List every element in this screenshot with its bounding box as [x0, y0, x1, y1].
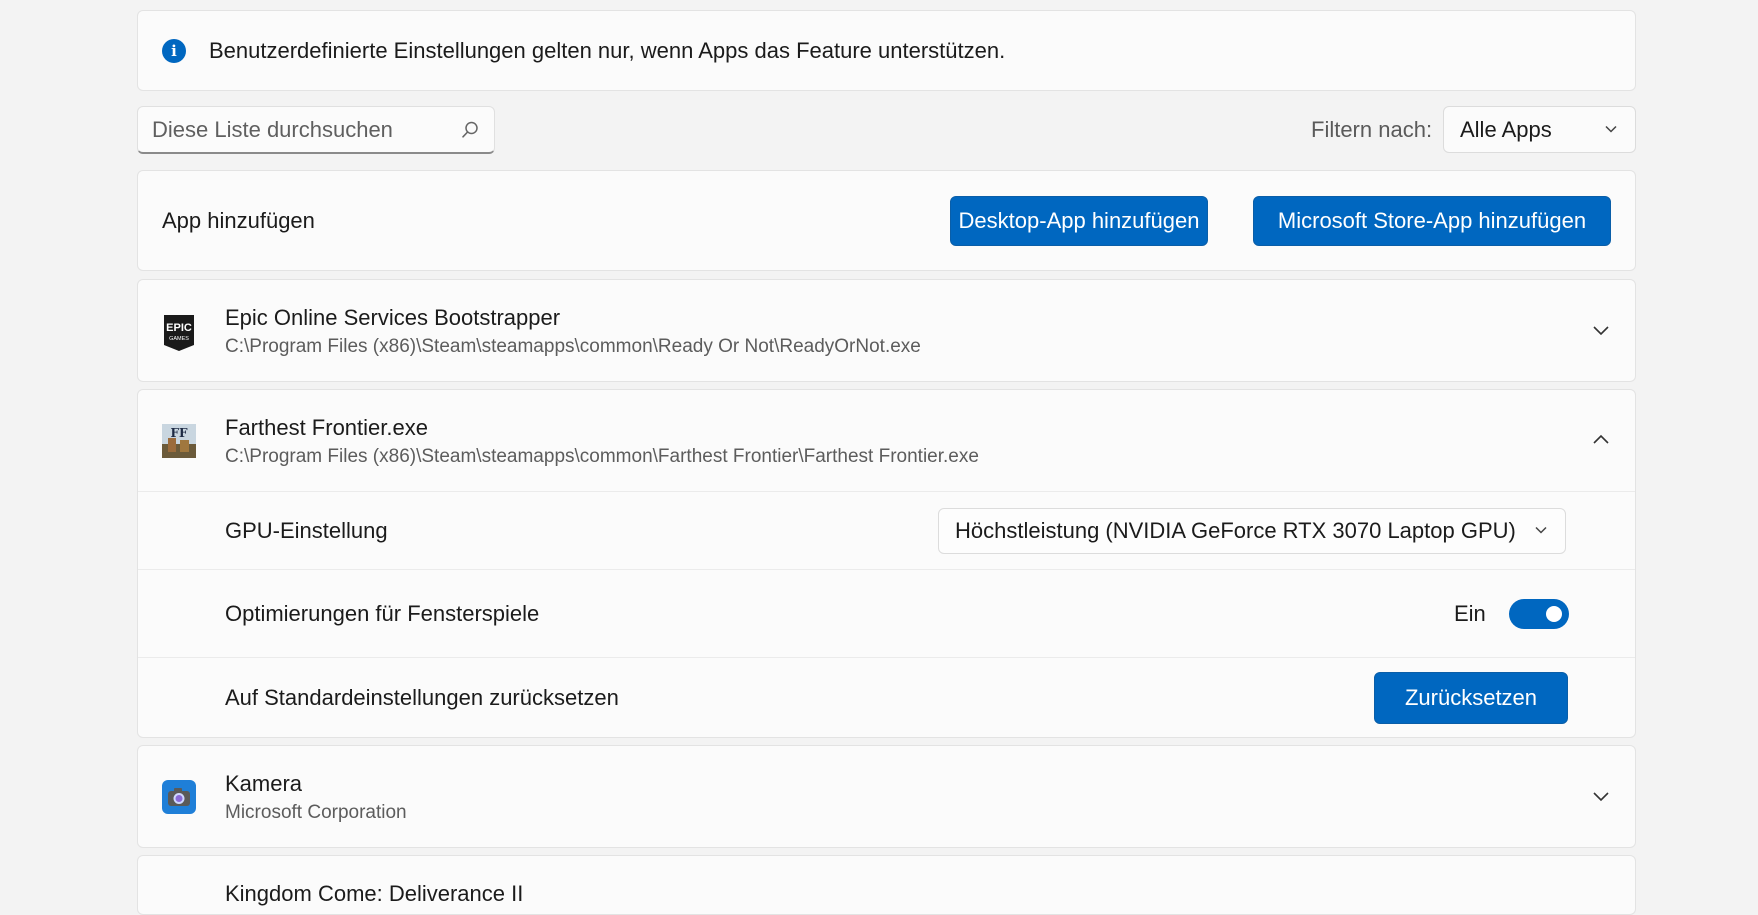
app-name: Kingdom Come: Deliverance II — [225, 881, 524, 906]
app-name: Epic Online Services Bootstrapper — [225, 305, 561, 330]
epic-games-icon: EPIC GAMES — [162, 314, 196, 351]
info-icon: i — [162, 38, 186, 63]
search-icon[interactable] — [460, 120, 480, 140]
gpu-preference-value: Höchstleistung (NVIDIA GeForce RTX 3070 … — [955, 518, 1516, 543]
add-desktop-app-button[interactable]: Desktop-App hinzufügen — [950, 196, 1208, 246]
app-row-epic[interactable]: EPIC GAMES Epic Online Services Bootstrap… — [138, 280, 1635, 381]
gpu-preference-dropdown[interactable]: Höchstleistung (NVIDIA GeForce RTX 3070 … — [938, 508, 1566, 554]
app-row-farthest-frontier[interactable]: FF Farthest Frontier.exe C:\Program File… — [138, 390, 1635, 491]
filter-dropdown[interactable]: Alle Apps — [1443, 106, 1636, 153]
app-card-epic[interactable]: EPIC GAMES Epic Online Services Bootstrap… — [137, 279, 1636, 382]
app-info: Farthest Frontier.exe C:\Program Files (… — [225, 415, 979, 469]
reset-row: Auf Standardeinstellungen zurücksetzen Z… — [138, 657, 1635, 737]
app-card-next[interactable]: Kingdom Come: Deliverance II — [137, 855, 1636, 915]
chevron-down-icon[interactable] — [1591, 320, 1611, 340]
app-info: Epic Online Services Bootstrapper C:\Pro… — [225, 305, 921, 359]
app-path: C:\Program Files (x86)\Steam\steamapps\c… — [225, 446, 979, 467]
add-app-label: App hinzufügen — [162, 207, 315, 233]
gpu-setting-label: GPU-Einstellung — [225, 517, 388, 543]
windowed-optimizations-toggle[interactable] — [1509, 598, 1569, 629]
app-path: C:\Program Files (x86)\Steam\steamapps\c… — [225, 336, 921, 357]
chevron-down-icon — [1533, 518, 1549, 544]
chevron-down-icon[interactable] — [1591, 786, 1611, 806]
app-card-farthest-frontier: FF Farthest Frontier.exe C:\Program File… — [137, 389, 1636, 738]
info-text: Benutzerdefinierte Einstellungen gelten … — [209, 37, 1006, 63]
app-name: Farthest Frontier.exe — [225, 415, 428, 440]
chevron-up-icon[interactable] — [1591, 430, 1611, 450]
svg-text:GAMES: GAMES — [169, 336, 189, 342]
app-row-camera[interactable]: Kamera Microsoft Corporation — [138, 746, 1635, 847]
reset-label: Auf Standardeinstellungen zurücksetzen — [225, 684, 619, 710]
toggle-knob — [1546, 605, 1562, 622]
app-info: Kamera Microsoft Corporation — [225, 771, 407, 825]
app-publisher: Microsoft Corporation — [225, 802, 407, 823]
svg-text:FF: FF — [170, 426, 188, 440]
farthest-frontier-icon: FF — [162, 424, 196, 458]
gpu-setting-row: GPU-Einstellung Höchstleistung (NVIDIA G… — [138, 491, 1635, 569]
reset-button[interactable]: Zurücksetzen — [1374, 671, 1568, 724]
app-card-camera[interactable]: Kamera Microsoft Corporation — [137, 745, 1636, 848]
app-name: Kamera — [225, 771, 303, 796]
svg-text:EPIC: EPIC — [166, 322, 192, 334]
search-box[interactable] — [137, 106, 495, 154]
filter-label: Filtern nach: — [1311, 117, 1433, 142]
search-input[interactable] — [152, 116, 460, 143]
windowed-optimizations-label: Optimierungen für Fensterspiele — [225, 600, 540, 626]
windowed-optimizations-row: Optimierungen für Fensterspiele Ein — [138, 569, 1635, 657]
info-bar: i Benutzerdefinierte Einstellungen gelte… — [137, 10, 1636, 91]
add-store-app-button[interactable]: Microsoft Store-App hinzufügen — [1253, 196, 1611, 246]
toggle-state-text: Ein — [1454, 600, 1486, 626]
filter-value: Alle Apps — [1460, 116, 1552, 142]
add-app-card: App hinzufügen Desktop-App hinzufügen Mi… — [137, 170, 1636, 271]
chevron-down-icon — [1603, 117, 1619, 143]
camera-icon — [162, 780, 196, 814]
